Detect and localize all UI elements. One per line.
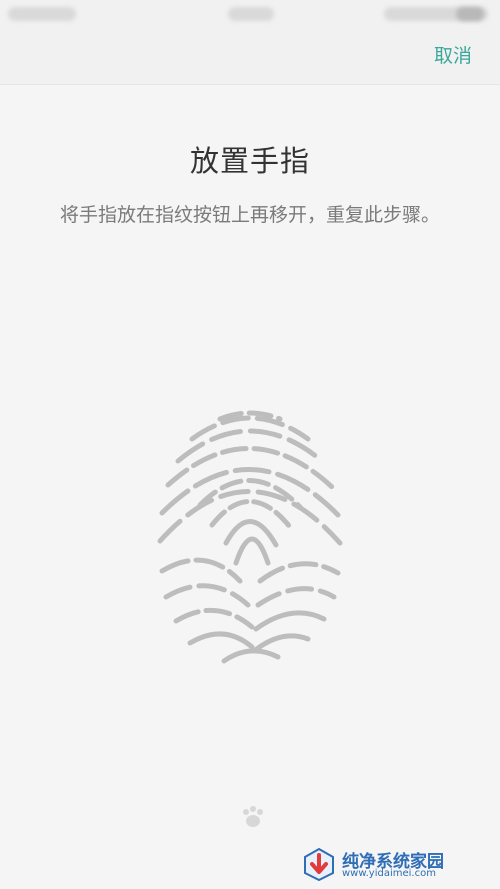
status-bar-time-blurred xyxy=(228,7,274,21)
watermark-logo-icon xyxy=(304,847,334,881)
action-bar: 取消 xyxy=(0,28,500,85)
status-bar-carrier-blurred xyxy=(8,7,76,21)
status-bar xyxy=(0,0,500,28)
fingerprint-icon xyxy=(157,410,343,664)
cancel-button[interactable]: 取消 xyxy=(434,41,472,68)
paw-watermark-icon xyxy=(243,806,263,827)
page-title: 放置手指 xyxy=(189,144,310,178)
status-bar-battery-blurred xyxy=(456,7,484,21)
site-watermark: 纯净系统家园 www.yidaimei.com xyxy=(302,845,492,883)
instruction-text: 将手指放在指纹按钮上再移开，重复此步骤。 xyxy=(59,204,440,226)
watermark-url: www.yidaimei.com xyxy=(342,868,436,879)
